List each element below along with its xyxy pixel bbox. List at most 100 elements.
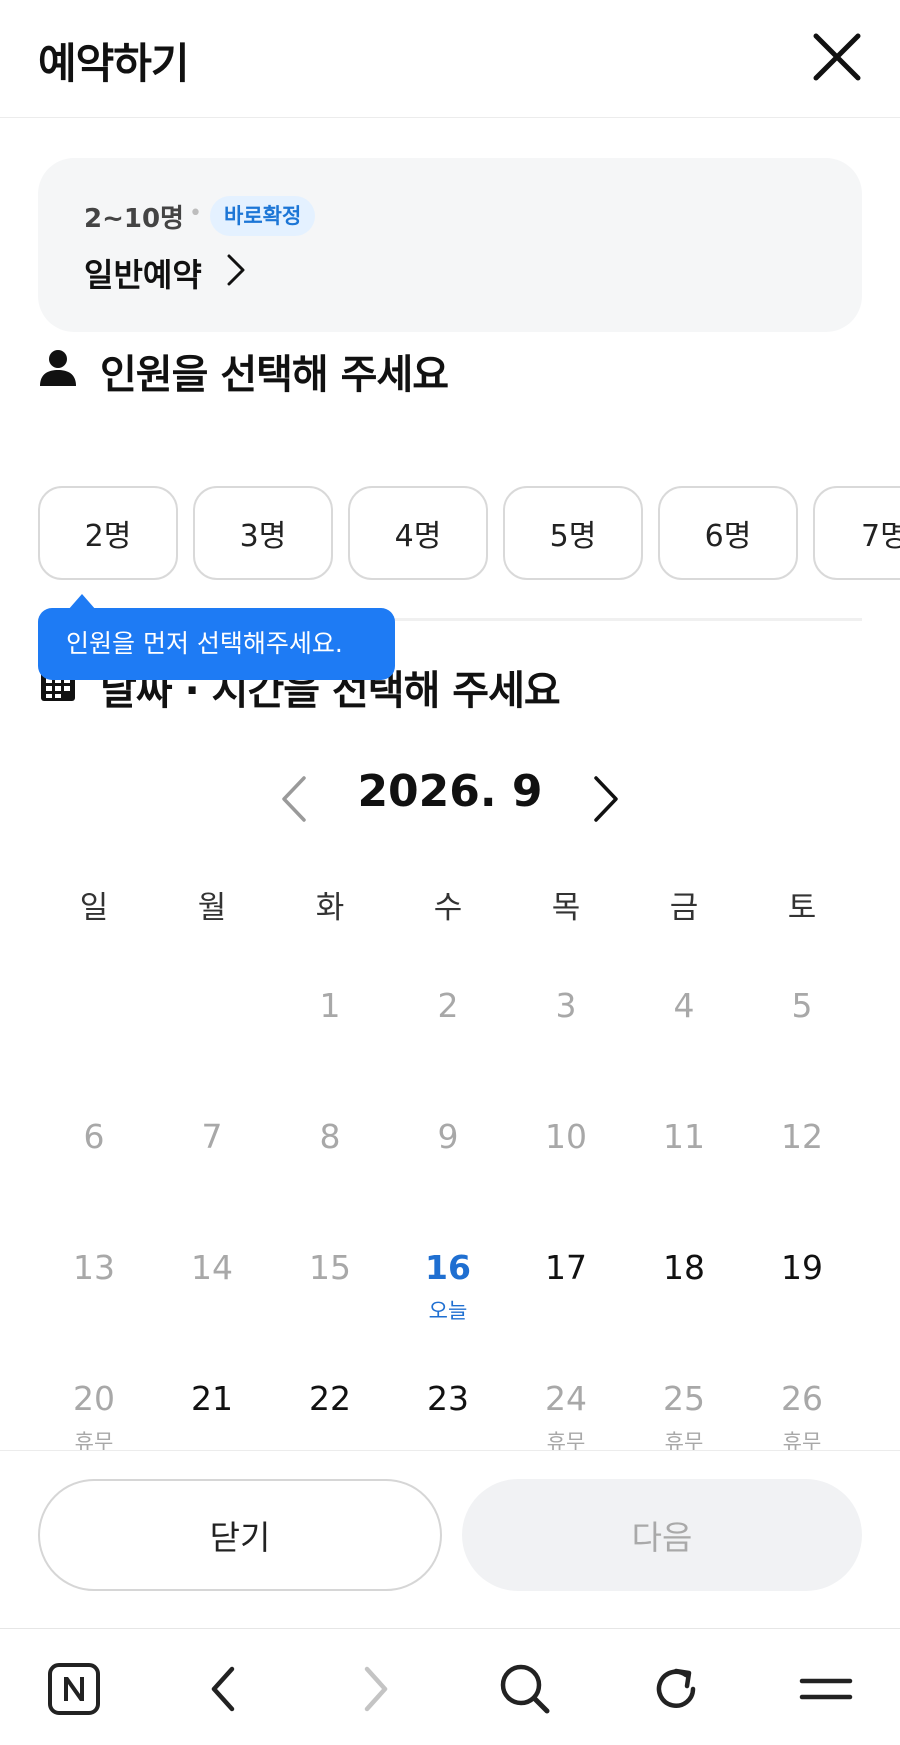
browser-forward-button[interactable]	[345, 1659, 405, 1719]
calendar-day-today[interactable]: 16 오늘	[389, 1246, 507, 1356]
refresh-icon	[656, 1668, 696, 1708]
calendar-day-number: 10	[545, 1117, 587, 1156]
calendar-day: 11	[625, 1115, 743, 1225]
month-navigation: 2026. 9	[0, 758, 900, 848]
calendar-day: 8	[271, 1115, 389, 1225]
calendar-day-number: 5	[791, 986, 813, 1025]
weekday-label: 월	[197, 890, 227, 926]
header: 예약하기	[0, 0, 900, 118]
calendar-day: 4	[625, 984, 743, 1094]
forward-icon	[364, 1666, 388, 1712]
next-month-button[interactable]	[588, 772, 624, 826]
calendar-day: 7	[153, 1115, 271, 1225]
calendar-day-number: 23	[427, 1379, 469, 1418]
calendar-day[interactable]: 17	[507, 1246, 625, 1356]
weekday-label: 수	[433, 890, 463, 926]
close-action-button[interactable]: 닫기	[38, 1479, 442, 1591]
calendar-day[interactable]: 21	[153, 1377, 271, 1450]
calendar-day[interactable]: 23	[389, 1377, 507, 1450]
browser-search-button[interactable]	[495, 1659, 555, 1719]
calendar-day: 20 휴무	[35, 1377, 153, 1450]
calendar-day[interactable]: 22	[271, 1377, 389, 1450]
reservation-option-card[interactable]: 2~10명 • 바로확정 일반예약	[38, 158, 862, 332]
calendar-day: 25 휴무	[625, 1377, 743, 1450]
calendar-day-note: 휴무	[74, 1430, 114, 1450]
calendar-day-number: 24	[545, 1379, 587, 1418]
month-label: 2026. 9	[357, 766, 543, 817]
browser-toolbar	[0, 1628, 900, 1745]
people-chip[interactable]: 7명	[813, 486, 900, 580]
calendar-day: 12	[743, 1115, 861, 1225]
action-bar: 닫기 다음	[0, 1450, 900, 1628]
weekday-label: 일	[79, 890, 109, 926]
calendar-day-number: 18	[663, 1248, 705, 1287]
calendar-day: 15	[271, 1246, 389, 1356]
calendar-day: 1	[271, 984, 389, 1094]
calendar-day-number: 1	[319, 986, 341, 1025]
weekday-label: 목	[551, 890, 581, 926]
select-people-tooltip: 인원을 먼저 선택해주세요.	[38, 594, 395, 680]
calendar-day-number: 16	[425, 1248, 471, 1287]
people-chip[interactable]: 6명	[658, 486, 798, 580]
people-chip[interactable]: 2명	[38, 486, 178, 580]
calendar-day-note: 오늘	[428, 1299, 468, 1323]
reservation-type: 일반예약	[84, 256, 202, 294]
calendar-day-number: 20	[73, 1379, 115, 1418]
tooltip-text: 인원을 먼저 선택해주세요.	[66, 629, 343, 658]
people-chip[interactable]: 3명	[193, 486, 333, 580]
calendar-day-number: 21	[191, 1379, 233, 1418]
calendar-day: 13	[35, 1246, 153, 1356]
calendar-day: 5	[743, 984, 861, 1094]
calendar-day: 6	[35, 1115, 153, 1225]
prev-month-button[interactable]	[276, 772, 312, 826]
calendar-day-number: 17	[545, 1248, 587, 1287]
page-title: 예약하기	[38, 39, 190, 88]
browser-refresh-button[interactable]	[646, 1659, 706, 1719]
weekday-label: 화	[315, 890, 345, 926]
people-chip[interactable]: 4명	[348, 486, 488, 580]
calendar-day-note: 휴무	[664, 1430, 704, 1450]
back-icon	[211, 1666, 235, 1712]
browser-back-button[interactable]	[194, 1659, 254, 1719]
weekday-label: 토	[787, 890, 817, 926]
calendar-day-number: 3	[555, 986, 577, 1025]
close-icon	[813, 33, 861, 81]
separator-dot: •	[189, 201, 202, 226]
person-icon	[40, 350, 76, 386]
browser-menu-button[interactable]	[796, 1659, 856, 1719]
calendar-day-number: 19	[781, 1248, 823, 1287]
calendar-day-note: 휴무	[782, 1430, 822, 1450]
people-section-text: 인원을 선택해 주세요	[100, 352, 449, 398]
calendar-day-number: 8	[319, 1117, 341, 1156]
chevron-right-icon	[227, 254, 245, 286]
calendar-day-number: 2	[437, 986, 459, 1025]
booking-page: 예약하기 2~10명 • 바로확정 일반예약 인원을 선택해 주세요 2명 3명…	[0, 0, 900, 1745]
calendar-day-number: 22	[309, 1379, 351, 1418]
calendar-day-number: 25	[663, 1379, 705, 1418]
capacity-text: 2~10명	[84, 204, 184, 234]
calendar-day-number: 15	[309, 1248, 351, 1287]
booking-content[interactable]: 2~10명 • 바로확정 일반예약 인원을 선택해 주세요 2명 3명 4명 5…	[0, 118, 900, 1450]
calendar-day-number: 26	[781, 1379, 823, 1418]
search-icon	[500, 1664, 550, 1714]
calendar-day-number: 12	[781, 1117, 823, 1156]
next-action-button[interactable]: 다음	[462, 1479, 862, 1591]
calendar-day: 26 휴무	[743, 1377, 861, 1450]
instant-confirm-badge: 바로확정	[210, 196, 316, 236]
naver-home-button[interactable]	[44, 1659, 104, 1719]
calendar-day-number: 7	[201, 1117, 223, 1156]
calendar-day[interactable]: 18	[625, 1246, 743, 1356]
calendar-day: 14	[153, 1246, 271, 1356]
calendar-day[interactable]: 19	[743, 1246, 861, 1356]
calendar-day-number: 6	[83, 1117, 105, 1156]
tooltip-arrow	[68, 594, 96, 610]
naver-home-icon	[48, 1663, 100, 1715]
close-button[interactable]	[808, 28, 866, 86]
calendar-day: 24 휴무	[507, 1377, 625, 1450]
calendar-day-number: 14	[191, 1248, 233, 1287]
people-chip-list: 2명 3명 4명 5명 6명 7명	[38, 486, 900, 582]
calendar-day-number: 9	[437, 1117, 459, 1156]
calendar-day: 2	[389, 984, 507, 1094]
people-chip[interactable]: 5명	[503, 486, 643, 580]
menu-icon	[799, 1678, 853, 1700]
